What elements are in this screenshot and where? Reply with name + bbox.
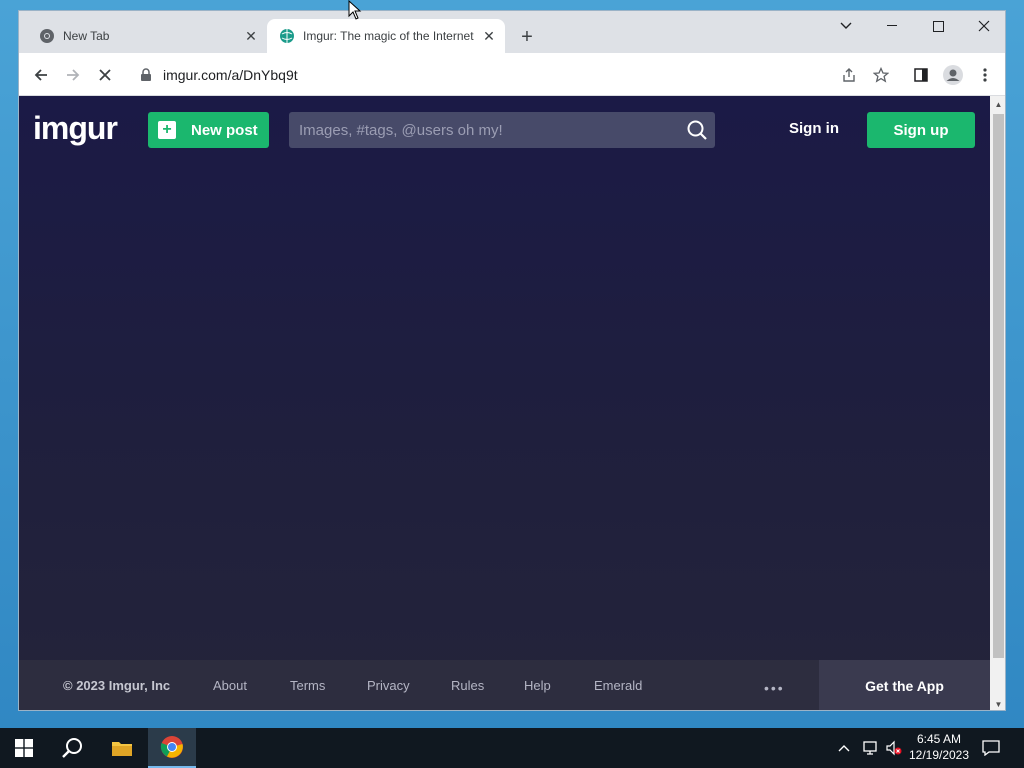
copyright-text: © 2023 Imgur, Inc	[63, 678, 171, 693]
browser-window: New Tab ✕ Imgur: The magic of the Intern…	[18, 10, 1006, 711]
tab-title: Imgur: The magic of the Internet	[303, 29, 474, 43]
profile-avatar-icon[interactable]	[939, 61, 967, 89]
footer-link-rules[interactable]: Rules	[451, 678, 484, 693]
close-tab-icon[interactable]: ✕	[479, 26, 499, 46]
mouse-cursor-icon	[348, 0, 362, 20]
bookmark-star-icon[interactable]	[867, 61, 895, 89]
minimize-button[interactable]	[869, 11, 915, 41]
search-icon[interactable]	[48, 728, 96, 768]
lock-icon	[141, 68, 151, 81]
network-icon[interactable]	[862, 728, 880, 768]
new-tab-button[interactable]: +	[515, 25, 539, 49]
plus-icon: +	[158, 121, 176, 139]
page-viewport: imgur + New post Sign in Sign up © 2023 …	[19, 96, 990, 710]
more-options-icon[interactable]: •••	[764, 680, 785, 696]
imgur-header: imgur + New post Sign in Sign up	[19, 96, 990, 164]
tab-strip: New Tab ✕ Imgur: The magic of the Intern…	[19, 11, 1005, 53]
close-tab-icon[interactable]: ✕	[241, 26, 261, 46]
footer-link-help[interactable]: Help	[524, 678, 551, 693]
tab-imgur[interactable]: Imgur: The magic of the Internet ✕	[267, 19, 505, 53]
browser-toolbar: imgur.com/a/DnYbq9t	[19, 53, 1005, 96]
forward-button[interactable]	[59, 61, 87, 89]
scroll-thumb[interactable]	[993, 114, 1004, 658]
show-hidden-icons[interactable]	[838, 728, 850, 768]
search-icon[interactable]	[679, 112, 715, 148]
tab-search-icon[interactable]	[823, 11, 869, 41]
chrome-taskbar-icon[interactable]	[148, 728, 196, 768]
page-footer: © 2023 Imgur, Inc About Terms Privacy Ru…	[19, 660, 990, 710]
imgur-logo[interactable]: imgur	[33, 110, 118, 147]
scroll-down-icon[interactable]: ▼	[990, 696, 1005, 710]
footer-link-privacy[interactable]: Privacy	[367, 678, 410, 693]
scroll-up-icon[interactable]: ▲	[990, 96, 1005, 112]
get-the-app-button[interactable]: Get the App	[819, 660, 990, 710]
sign-in-link[interactable]: Sign in	[789, 120, 839, 137]
clock-date: 12/19/2023	[908, 748, 970, 762]
address-bar[interactable]: imgur.com/a/DnYbq9t	[129, 59, 879, 91]
close-window-button[interactable]	[961, 11, 1005, 41]
side-panel-icon[interactable]	[907, 61, 935, 89]
globe-icon	[280, 29, 294, 43]
file-explorer-icon[interactable]	[98, 728, 146, 768]
search-box	[289, 112, 715, 148]
volume-muted-icon[interactable]	[885, 728, 903, 768]
windows-taskbar: 6:45 AM 12/19/2023	[0, 728, 1024, 768]
tab-title: New Tab	[63, 29, 110, 43]
back-button[interactable]	[27, 61, 55, 89]
url-text: imgur.com/a/DnYbq9t	[163, 67, 298, 83]
system-clock[interactable]: 6:45 AM 12/19/2023	[904, 731, 974, 763]
clock-time: 6:45 AM	[916, 732, 962, 746]
vertical-scrollbar[interactable]: ▲ ▼	[990, 96, 1005, 710]
footer-link-about[interactable]: About	[213, 678, 247, 693]
tab-new-tab[interactable]: New Tab ✕	[27, 19, 267, 53]
chrome-icon	[40, 29, 54, 43]
footer-link-emerald[interactable]: Emerald	[594, 678, 642, 693]
notifications-icon[interactable]	[982, 728, 1000, 768]
search-input[interactable]	[289, 112, 679, 148]
new-post-button[interactable]: + New post	[148, 112, 269, 148]
new-post-label: New post	[191, 121, 258, 139]
start-windows-icon[interactable]	[0, 728, 48, 768]
maximize-button[interactable]	[915, 11, 961, 41]
share-icon[interactable]	[835, 61, 863, 89]
sign-up-button[interactable]: Sign up	[867, 112, 975, 148]
stop-loading-button[interactable]	[91, 61, 119, 89]
menu-kebab-icon[interactable]	[971, 61, 999, 89]
footer-link-terms[interactable]: Terms	[290, 678, 325, 693]
